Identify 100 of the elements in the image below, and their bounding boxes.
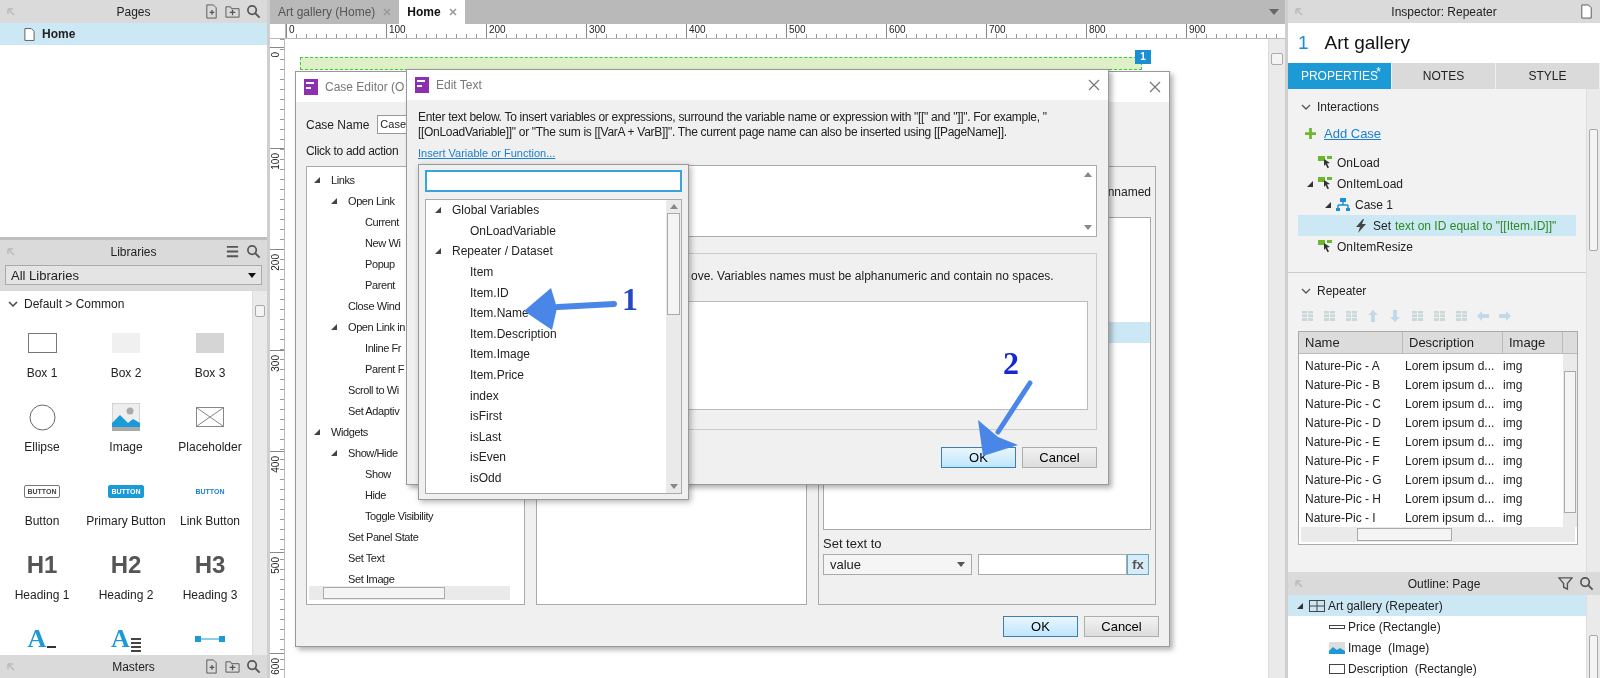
cancel-button[interactable]: Cancel — [1022, 447, 1097, 468]
document-tab[interactable]: Home — [399, 0, 465, 24]
add-case-link[interactable]: Add Case — [1324, 125, 1382, 141]
horizontal-line-icon[interactable] — [195, 635, 225, 643]
tree-item[interactable]: Set Image — [348, 572, 395, 585]
menu-item[interactable]: Item.Image — [470, 347, 531, 362]
table-cell[interactable]: Nature-Pic - A — [1299, 358, 1403, 373]
search-icon[interactable] — [246, 4, 261, 19]
tree-item[interactable]: Set Text — [348, 551, 385, 564]
expand-triangle-icon[interactable] — [1324, 200, 1332, 209]
library-dropdown[interactable]: All Libraries — [5, 265, 262, 285]
add-folder-icon[interactable] — [225, 4, 240, 19]
expand-triangle-icon[interactable] — [434, 247, 442, 256]
inspector-tab[interactable]: NOTES — [1392, 63, 1496, 89]
menu-item[interactable]: Item — [470, 265, 494, 280]
tree-item[interactable]: Open Link — [348, 194, 395, 207]
plus-icon[interactable] — [1305, 127, 1316, 139]
interaction-row[interactable]: Case 1 — [1298, 194, 1576, 215]
search-icon[interactable] — [246, 659, 261, 674]
insert-variable-link[interactable]: Insert Variable or Function... — [418, 147, 556, 159]
table-cell[interactable]: img — [1503, 377, 1563, 392]
expand-triangle-icon[interactable] — [313, 175, 321, 184]
add-page-icon[interactable] — [204, 4, 219, 19]
scrollbar[interactable] — [1268, 39, 1285, 678]
tree-item[interactable]: Popup — [365, 257, 395, 270]
scrollbar[interactable] — [252, 291, 267, 655]
tree-item[interactable]: Widgets — [331, 425, 368, 438]
tree-item[interactable]: Parent — [365, 278, 395, 291]
tree-item[interactable]: New Wi — [365, 236, 401, 249]
menu-item[interactable]: Item.Price — [470, 368, 524, 383]
text-field[interactable] — [978, 554, 1127, 575]
menu-item[interactable]: isEven — [470, 450, 507, 465]
tree-item[interactable]: Show — [365, 467, 391, 480]
scrollbar[interactable] — [1586, 89, 1600, 572]
scroll-down-icon[interactable] — [1084, 225, 1092, 230]
dropdown-arrow-icon[interactable] — [248, 272, 256, 278]
menu-item[interactable]: Item.Description — [470, 326, 557, 341]
scroll-up-icon[interactable] — [669, 204, 678, 209]
scrollbar[interactable] — [1301, 527, 1575, 542]
value-dropdown[interactable]: value — [823, 554, 972, 575]
tree-item[interactable]: Open Link in — [348, 320, 405, 333]
expand-triangle-icon[interactable] — [1306, 179, 1314, 188]
cancel-button[interactable]: Cancel — [1084, 616, 1159, 637]
table-cell[interactable]: Lorem ipsum d... — [1403, 377, 1503, 392]
scrollbar[interactable] — [309, 586, 510, 600]
expand-triangle-icon[interactable] — [330, 196, 338, 205]
add-folder-icon[interactable] — [225, 659, 240, 674]
chevron-icon[interactable] — [1301, 102, 1311, 112]
scrollbar[interactable] — [1563, 354, 1577, 527]
tree-item[interactable]: Scroll to Wi — [348, 383, 399, 396]
column-header[interactable]: Image — [1503, 332, 1563, 353]
add-page-icon[interactable] — [204, 659, 219, 674]
table-cell[interactable]: img — [1503, 491, 1563, 506]
table-cell[interactable]: Nature-Pic - F — [1299, 453, 1403, 468]
table-cell[interactable]: img — [1503, 453, 1563, 468]
table-cell[interactable]: img — [1503, 358, 1563, 373]
interaction-row[interactable]: Set text on ID equal to "[[Item.ID]]" — [1298, 215, 1576, 236]
outline-item[interactable]: Description (Rectangle) — [1288, 658, 1586, 678]
expand-triangle-icon[interactable] — [434, 206, 442, 215]
interaction-row[interactable]: OnItemLoad — [1298, 173, 1576, 194]
chevron-icon[interactable] — [8, 299, 18, 309]
expand-triangle-icon[interactable] — [330, 448, 338, 457]
menu-item[interactable]: index — [470, 388, 499, 403]
close-icon[interactable] — [448, 8, 457, 16]
table-cell[interactable]: Nature-Pic - C — [1299, 396, 1403, 411]
heading-icon[interactable]: H3 — [194, 551, 226, 579]
table-cell[interactable]: Lorem ipsum d... — [1403, 434, 1503, 449]
search-icon[interactable] — [1579, 576, 1594, 591]
tree-item[interactable]: Parent F — [365, 362, 404, 375]
column-header[interactable]: Description — [1403, 332, 1503, 353]
filter-icon[interactable] — [1558, 576, 1573, 591]
expand-triangle-icon[interactable] — [313, 427, 321, 436]
search-field[interactable] — [425, 170, 682, 192]
table-cell[interactable]: Nature-Pic - I — [1299, 510, 1403, 525]
page-icon[interactable] — [1579, 4, 1594, 19]
tree-item[interactable]: Current — [365, 215, 399, 228]
scroll-up-icon[interactable] — [1084, 172, 1092, 177]
heading-icon[interactable]: H1 — [26, 551, 58, 579]
menu-item[interactable]: Repeater / Dataset — [452, 244, 553, 259]
function-button[interactable]: fx — [1127, 554, 1149, 575]
expand-triangle-icon[interactable] — [330, 322, 338, 331]
menu-item[interactable]: OnLoadVariable — [470, 223, 556, 238]
image-icon[interactable] — [112, 403, 140, 431]
page-item[interactable]: Home — [0, 23, 267, 45]
interaction-row[interactable]: OnItemResize — [1298, 236, 1576, 257]
menu-item[interactable]: Item.Name — [470, 306, 529, 321]
outline-item[interactable]: Image (Image) — [1288, 637, 1586, 658]
circle-icon[interactable] — [28, 403, 56, 431]
close-icon[interactable] — [1149, 81, 1161, 93]
menu-icon[interactable] — [225, 244, 240, 259]
table-cell[interactable]: Lorem ipsum d... — [1403, 510, 1503, 525]
chevron-icon[interactable] — [1301, 286, 1311, 296]
menu-item[interactable]: Item.ID — [470, 285, 509, 300]
dropdown-arrow-icon[interactable] — [957, 562, 965, 567]
outline-item[interactable]: Art gallery (Repeater) — [1288, 595, 1586, 616]
scrollbar[interactable] — [1586, 595, 1600, 678]
case-name-field[interactable]: Case — [377, 115, 409, 134]
table-cell[interactable]: Nature-Pic - G — [1299, 472, 1403, 487]
placeholder-icon[interactable] — [196, 407, 224, 427]
table-cell[interactable]: Lorem ipsum d... — [1403, 472, 1503, 487]
